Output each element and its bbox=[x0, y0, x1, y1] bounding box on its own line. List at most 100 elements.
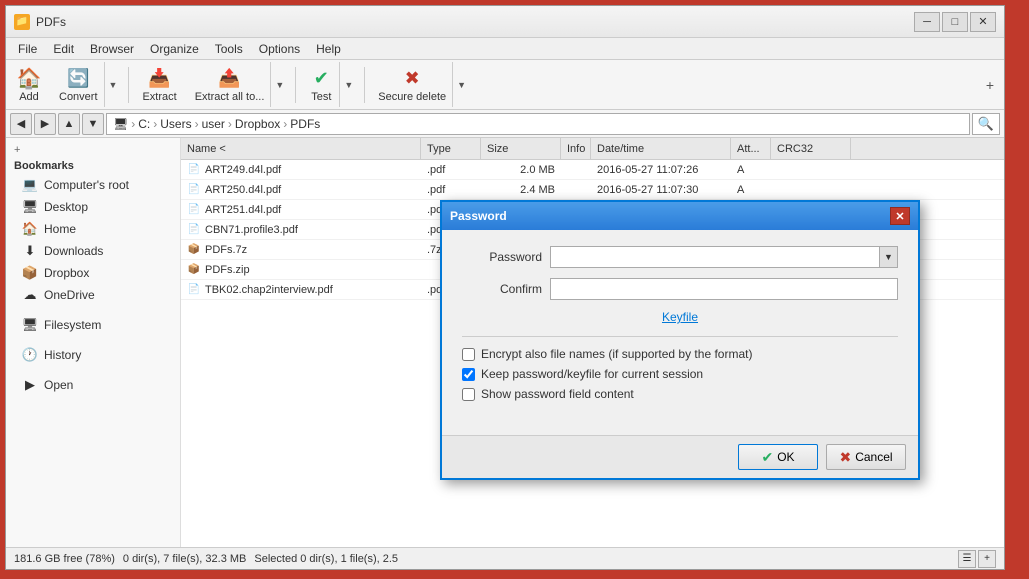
file-name: 📄 ART249.d4l.pdf bbox=[181, 160, 421, 179]
breadcrumb-icon: 🖥 bbox=[113, 117, 128, 131]
dialog-close-button[interactable]: ✕ bbox=[890, 207, 910, 225]
col-header-attr[interactable]: Att... bbox=[731, 138, 771, 159]
test-button[interactable]: ✔ Test ▼ bbox=[302, 61, 358, 108]
downloads-icon: ⬇ bbox=[22, 243, 38, 259]
pdf-icon: 📄 bbox=[187, 203, 201, 217]
file-name: 📦 PDFs.zip bbox=[181, 260, 421, 279]
sidebar-item-computer[interactable]: 💻 Computer's root bbox=[6, 174, 180, 196]
open-icon: ▶ bbox=[22, 377, 38, 393]
up-button[interactable]: ▲ bbox=[58, 113, 80, 135]
convert-button[interactable]: 🔄 Convert ▼ bbox=[52, 61, 122, 108]
encrypt-names-checkbox[interactable] bbox=[462, 348, 475, 361]
test-icon: ✔ bbox=[309, 66, 333, 90]
show-password-label[interactable]: Show password field content bbox=[481, 387, 634, 401]
extract-all-icon: 📤 bbox=[218, 66, 242, 90]
keep-password-checkbox[interactable] bbox=[462, 368, 475, 381]
file-size: 2.0 MB bbox=[481, 160, 561, 179]
cancel-icon: ✖ bbox=[839, 449, 851, 466]
table-row[interactable]: 📄 ART250.d4l.pdf .pdf 2.4 MB 2016-05-27 … bbox=[181, 180, 1004, 200]
ok-button[interactable]: ✔ OK bbox=[738, 444, 818, 470]
password-dropdown-btn[interactable]: ▼ bbox=[880, 246, 898, 268]
col-header-datetime[interactable]: Date/time bbox=[591, 138, 731, 159]
cancel-button[interactable]: ✖ Cancel bbox=[826, 444, 906, 470]
sidebar-add-button[interactable]: + bbox=[6, 142, 180, 158]
add-button[interactable]: 🏠 Add bbox=[10, 61, 48, 108]
secure-delete-dropdown-arrow[interactable]: ▼ bbox=[452, 62, 470, 107]
breadcrumb-users[interactable]: Users bbox=[160, 117, 191, 131]
file-name: 📄 TBK02.chap2interview.pdf bbox=[181, 280, 421, 299]
file-name: 📄 CBN71.profile3.pdf bbox=[181, 220, 421, 239]
search-button[interactable]: 🔍 bbox=[972, 113, 1000, 135]
sidebar-item-label-open: Open bbox=[44, 378, 73, 392]
table-row[interactable]: 📄 ART249.d4l.pdf .pdf 2.0 MB 2016-05-27 … bbox=[181, 160, 1004, 180]
secure-delete-button[interactable]: ✖ Secure delete ▼ bbox=[371, 61, 471, 108]
password-input[interactable] bbox=[550, 246, 880, 268]
extract-all-button[interactable]: 📤 Extract all to... ▼ bbox=[188, 61, 290, 108]
sidebar-item-history[interactable]: 🕐 History bbox=[6, 344, 180, 366]
ok-label: OK bbox=[777, 450, 794, 464]
pdf-icon: 📄 bbox=[187, 163, 201, 177]
file-list-header: Name < Type Size Info Date/time Att... C… bbox=[181, 138, 1004, 160]
menu-browser[interactable]: Browser bbox=[82, 40, 142, 58]
encrypt-names-label[interactable]: Encrypt also file names (if supported by… bbox=[481, 347, 752, 361]
sidebar-item-label-computer: Computer's root bbox=[44, 178, 129, 192]
confirm-label: Confirm bbox=[462, 282, 542, 296]
maximize-button[interactable]: □ bbox=[942, 12, 968, 32]
menu-organize[interactable]: Organize bbox=[142, 40, 207, 58]
extract-label: Extract bbox=[142, 91, 176, 103]
menu-file[interactable]: File bbox=[10, 40, 45, 58]
status-add-button[interactable]: + bbox=[978, 550, 996, 568]
breadcrumb-c[interactable]: C: bbox=[138, 117, 150, 131]
sidebar-item-onedrive[interactable]: ☁ OneDrive bbox=[6, 284, 180, 306]
back-button[interactable]: ◀ bbox=[10, 113, 32, 135]
pdf-icon: 📄 bbox=[187, 183, 201, 197]
zip-icon: 📦 bbox=[187, 263, 201, 277]
keep-password-label[interactable]: Keep password/keyfile for current sessio… bbox=[481, 367, 703, 381]
col-header-info[interactable]: Info bbox=[561, 138, 591, 159]
password-row: Password ▼ bbox=[462, 246, 898, 268]
pdf-icon: 📄 bbox=[187, 283, 201, 297]
confirm-input-wrap bbox=[550, 278, 898, 300]
sidebar-item-label-history: History bbox=[44, 348, 81, 362]
status-icons: ☰ + bbox=[958, 550, 996, 568]
extract-button[interactable]: 📥 Extract bbox=[135, 61, 183, 108]
menu-tools[interactable]: Tools bbox=[207, 40, 251, 58]
app-icon: 📁 bbox=[14, 14, 30, 30]
sidebar-item-open[interactable]: ▶ Open bbox=[6, 374, 180, 396]
keyfile-link[interactable]: Keyfile bbox=[462, 310, 898, 324]
convert-icon: 🔄 bbox=[66, 66, 90, 90]
status-view-button[interactable]: ☰ bbox=[958, 550, 976, 568]
extract-icon: 📥 bbox=[148, 66, 172, 90]
sidebar-item-filesystem[interactable]: 🖥 Filesystem bbox=[6, 314, 180, 336]
confirm-input[interactable] bbox=[550, 278, 898, 300]
menu-edit[interactable]: Edit bbox=[45, 40, 82, 58]
forward-button[interactable]: ▶ bbox=[34, 113, 56, 135]
menu-help[interactable]: Help bbox=[308, 40, 349, 58]
dialog-body: Password ▼ Confirm Keyfile Encrypt also … bbox=[442, 230, 918, 419]
col-header-size[interactable]: Size bbox=[481, 138, 561, 159]
col-header-crc[interactable]: CRC32 bbox=[771, 138, 851, 159]
col-header-type[interactable]: Type bbox=[421, 138, 481, 159]
convert-dropdown-arrow[interactable]: ▼ bbox=[104, 62, 122, 107]
breadcrumb-user[interactable]: user bbox=[202, 117, 225, 131]
pdf-icon: 📄 bbox=[187, 223, 201, 237]
test-dropdown-arrow[interactable]: ▼ bbox=[339, 62, 357, 107]
sidebar-item-dropbox[interactable]: 📦 Dropbox bbox=[6, 262, 180, 284]
extract-all-dropdown-arrow[interactable]: ▼ bbox=[270, 62, 288, 107]
show-password-checkbox[interactable] bbox=[462, 388, 475, 401]
close-button[interactable]: ✕ bbox=[970, 12, 996, 32]
breadcrumb-pdfs[interactable]: PDFs bbox=[290, 117, 320, 131]
sidebar-item-downloads[interactable]: ⬇ Downloads bbox=[6, 240, 180, 262]
sidebar-item-desktop[interactable]: 🖥 Desktop bbox=[6, 196, 180, 218]
col-header-name[interactable]: Name < bbox=[181, 138, 421, 159]
breadcrumb-dropdown[interactable]: ▼ bbox=[82, 113, 104, 135]
breadcrumb[interactable]: 🖥 › C: › Users › user › Dropbox › PDFs bbox=[106, 113, 970, 135]
add-label: Add bbox=[19, 91, 39, 103]
minimize-button[interactable]: ─ bbox=[914, 12, 940, 32]
sidebar-item-label-downloads: Downloads bbox=[44, 244, 103, 258]
toolbar-more-button[interactable]: + bbox=[980, 75, 1000, 95]
menu-options[interactable]: Options bbox=[251, 40, 308, 58]
breadcrumb-dropbox[interactable]: Dropbox bbox=[235, 117, 280, 131]
sidebar-item-home[interactable]: 🏠 Home bbox=[6, 218, 180, 240]
secure-delete-label: Secure delete bbox=[378, 91, 446, 103]
